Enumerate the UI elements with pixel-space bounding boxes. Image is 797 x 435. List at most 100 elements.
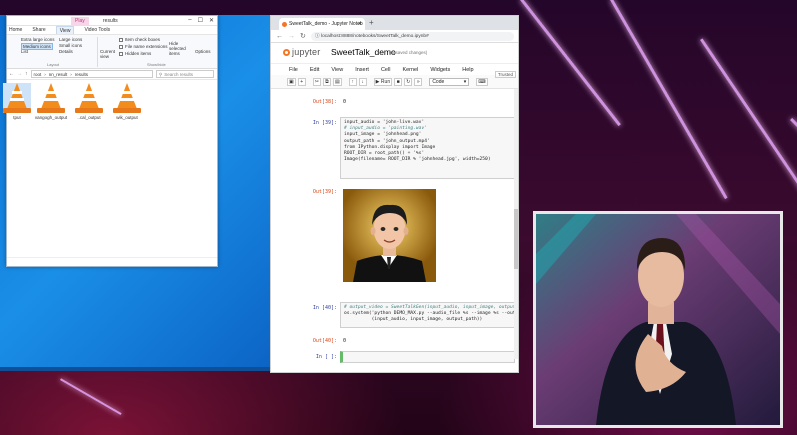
maximize-icon[interactable]: ☐ bbox=[198, 17, 203, 24]
large-icons-option[interactable]: Large icons bbox=[59, 37, 82, 42]
ribbon-tab-share[interactable]: Share bbox=[32, 26, 45, 34]
item-check-boxes-toggle[interactable]: Item check boxes bbox=[119, 37, 160, 42]
details-option[interactable]: Details bbox=[59, 49, 73, 54]
chevron-right-icon: › bbox=[44, 72, 46, 77]
list-option[interactable]: List bbox=[21, 49, 28, 54]
menu-view[interactable]: View bbox=[331, 64, 343, 75]
output-value: 0 bbox=[343, 338, 347, 344]
output-prompt: Out[39]: bbox=[312, 189, 337, 195]
code-cell[interactable]: In [ ]: bbox=[285, 351, 515, 365]
file-explorer-window[interactable]: Play results – ☐ ✕ Home Share View Video… bbox=[3, 15, 218, 267]
chevron-right-icon: › bbox=[70, 72, 72, 77]
play-tools-tab[interactable]: Play bbox=[71, 17, 89, 25]
tab-close-icon[interactable]: ✕ bbox=[358, 18, 362, 30]
reload-icon[interactable]: ↻ bbox=[300, 32, 306, 40]
ribbon-tab-view[interactable]: View bbox=[55, 26, 75, 34]
presenter-video-frame bbox=[536, 214, 780, 425]
menu-help[interactable]: Help bbox=[462, 64, 473, 75]
back-arrow-icon[interactable]: ← bbox=[276, 33, 283, 40]
breadcrumb[interactable]: root › nn_result › results bbox=[30, 70, 153, 78]
file-name: tput bbox=[13, 115, 21, 120]
file-name: wik_output bbox=[116, 115, 138, 120]
url-text: localhost:8888/notebooks/SweetTalk_demo.… bbox=[321, 33, 429, 39]
input-prompt: In [ ]: bbox=[315, 354, 337, 360]
run-label: Run bbox=[380, 78, 391, 85]
cut-icon[interactable]: ✂ bbox=[312, 77, 321, 86]
explorer-window-title: results bbox=[103, 18, 118, 24]
current-view-button[interactable]: Current view bbox=[100, 49, 118, 59]
file-name: ..cal_output bbox=[77, 115, 101, 120]
jupyter-menu-bar: File Edit View Insert Cell Kernel Widget… bbox=[271, 63, 518, 75]
browser-tab-title: SweetTalk_demo - Jupyter Noteb bbox=[289, 21, 363, 27]
options-button[interactable]: Options bbox=[195, 49, 211, 54]
back-arrow-icon[interactable]: ← bbox=[9, 71, 14, 77]
file-name-extensions-toggle[interactable]: File name extensions bbox=[119, 44, 168, 49]
hide-selected-items-button[interactable]: Hide selected items bbox=[169, 41, 191, 56]
url-field[interactable]: ⓘ localhost:8888/notebooks/SweetTalk_dem… bbox=[310, 31, 514, 41]
explorer-title-bar[interactable]: Play results – ☐ ✕ bbox=[7, 16, 217, 26]
output-prompt: Out[38]: bbox=[312, 99, 337, 105]
command-palette-icon[interactable]: ⌨ bbox=[476, 77, 488, 86]
move-down-icon[interactable]: ↓ bbox=[358, 77, 367, 86]
insert-cell-icon[interactable]: + bbox=[297, 77, 306, 86]
code-cell[interactable]: In [40]: # output_video = SweetTalkGen(i… bbox=[285, 302, 515, 332]
menu-cell[interactable]: Cell bbox=[381, 64, 390, 75]
ribbon-tabs: Home Share View Video Tools bbox=[7, 26, 217, 35]
output-prompt: Out[40]: bbox=[312, 338, 337, 344]
jupyter-logo[interactable]: jupyter bbox=[283, 47, 320, 57]
file-item[interactable]: wik_output bbox=[109, 83, 145, 120]
extra-large-icons-option[interactable]: Extra large icons bbox=[21, 37, 55, 42]
run-icon: ▶ bbox=[375, 78, 380, 85]
notebook-scrollbar[interactable] bbox=[514, 89, 518, 359]
breadcrumb-root[interactable]: root bbox=[34, 71, 42, 77]
restart-icon[interactable]: ↻ bbox=[404, 77, 413, 86]
browser-tab[interactable]: SweetTalk_demo - Jupyter Noteb ✕ bbox=[279, 18, 365, 30]
breadcrumb-results[interactable]: results bbox=[75, 71, 88, 77]
code-editor[interactable] bbox=[340, 351, 515, 363]
move-up-icon[interactable]: ↑ bbox=[348, 77, 357, 86]
cartoon-portrait-drawing bbox=[343, 189, 436, 282]
browser-address-bar: ← → ↻ ⓘ localhost:8888/notebooks/SweetTa… bbox=[271, 30, 518, 43]
new-tab-icon[interactable]: + bbox=[369, 18, 374, 27]
menu-edit[interactable]: Edit bbox=[310, 64, 319, 75]
file-item[interactable]: vangogh_output bbox=[33, 83, 69, 120]
stop-icon[interactable]: ■ bbox=[394, 77, 403, 86]
ribbon-tab-home[interactable]: Home bbox=[9, 26, 22, 34]
checkbox-icon bbox=[119, 37, 123, 42]
save-icon[interactable]: ▣ bbox=[287, 77, 296, 86]
explorer-search-input[interactable]: ⚲ Search results bbox=[156, 70, 214, 78]
file-item[interactable]: ..cal_output bbox=[71, 83, 107, 120]
file-item[interactable]: tput bbox=[0, 83, 35, 120]
notebook-name[interactable]: SweetTalk_demo bbox=[331, 47, 396, 57]
explorer-address-row: ← → ↑ root › nn_result › results ⚲ Search … bbox=[7, 69, 217, 80]
cell-type-select[interactable]: Code bbox=[429, 77, 470, 86]
hidden-items-toggle[interactable]: Hidden items bbox=[119, 51, 151, 56]
browser-tab-strip: SweetTalk_demo - Jupyter Noteb ✕ + bbox=[271, 16, 518, 30]
forward-arrow-icon[interactable]: → bbox=[288, 33, 295, 40]
run-button[interactable]: ▶ Run bbox=[373, 77, 393, 86]
menu-kernel[interactable]: Kernel bbox=[402, 64, 418, 75]
code-cell[interactable]: In [39]: input_audio = 'john-live.wav' # … bbox=[285, 117, 515, 197]
taskbar-edge bbox=[0, 367, 270, 371]
file-name: vangogh_output bbox=[34, 115, 68, 120]
restart-run-all-icon[interactable]: » bbox=[414, 77, 423, 86]
menu-widgets[interactable]: Widgets bbox=[430, 64, 450, 75]
up-arrow-icon[interactable]: ↑ bbox=[25, 71, 28, 77]
menu-insert[interactable]: Insert bbox=[355, 64, 369, 75]
scrollbar-thumb[interactable] bbox=[514, 209, 518, 269]
copy-icon[interactable]: ⧉ bbox=[322, 77, 331, 86]
breadcrumb-nn-result[interactable]: nn_result bbox=[49, 71, 68, 77]
browser-window[interactable]: SweetTalk_demo - Jupyter Noteb ✕ + ← → ↻… bbox=[270, 15, 519, 373]
code-editor[interactable]: input_audio = 'john-live.wav' # input_aud… bbox=[340, 117, 515, 179]
menu-file[interactable]: File bbox=[289, 64, 298, 75]
small-icons-option[interactable]: Small icons bbox=[59, 43, 82, 48]
file-list: tput vangogh_output ..cal_output wik_out… bbox=[3, 80, 217, 200]
code-editor[interactable]: # output_video = SweetTalkGen(input_audi… bbox=[340, 302, 515, 328]
paste-icon[interactable]: ▤ bbox=[332, 77, 342, 86]
minimize-icon[interactable]: – bbox=[188, 17, 191, 24]
forward-arrow-icon[interactable]: → bbox=[17, 71, 22, 77]
trusted-badge[interactable]: Trusted bbox=[494, 71, 516, 78]
ribbon-tab-video-tools[interactable]: Video Tools bbox=[84, 26, 110, 34]
close-icon[interactable]: ✕ bbox=[209, 17, 214, 24]
output-cell: Out[39]: bbox=[285, 189, 515, 289]
